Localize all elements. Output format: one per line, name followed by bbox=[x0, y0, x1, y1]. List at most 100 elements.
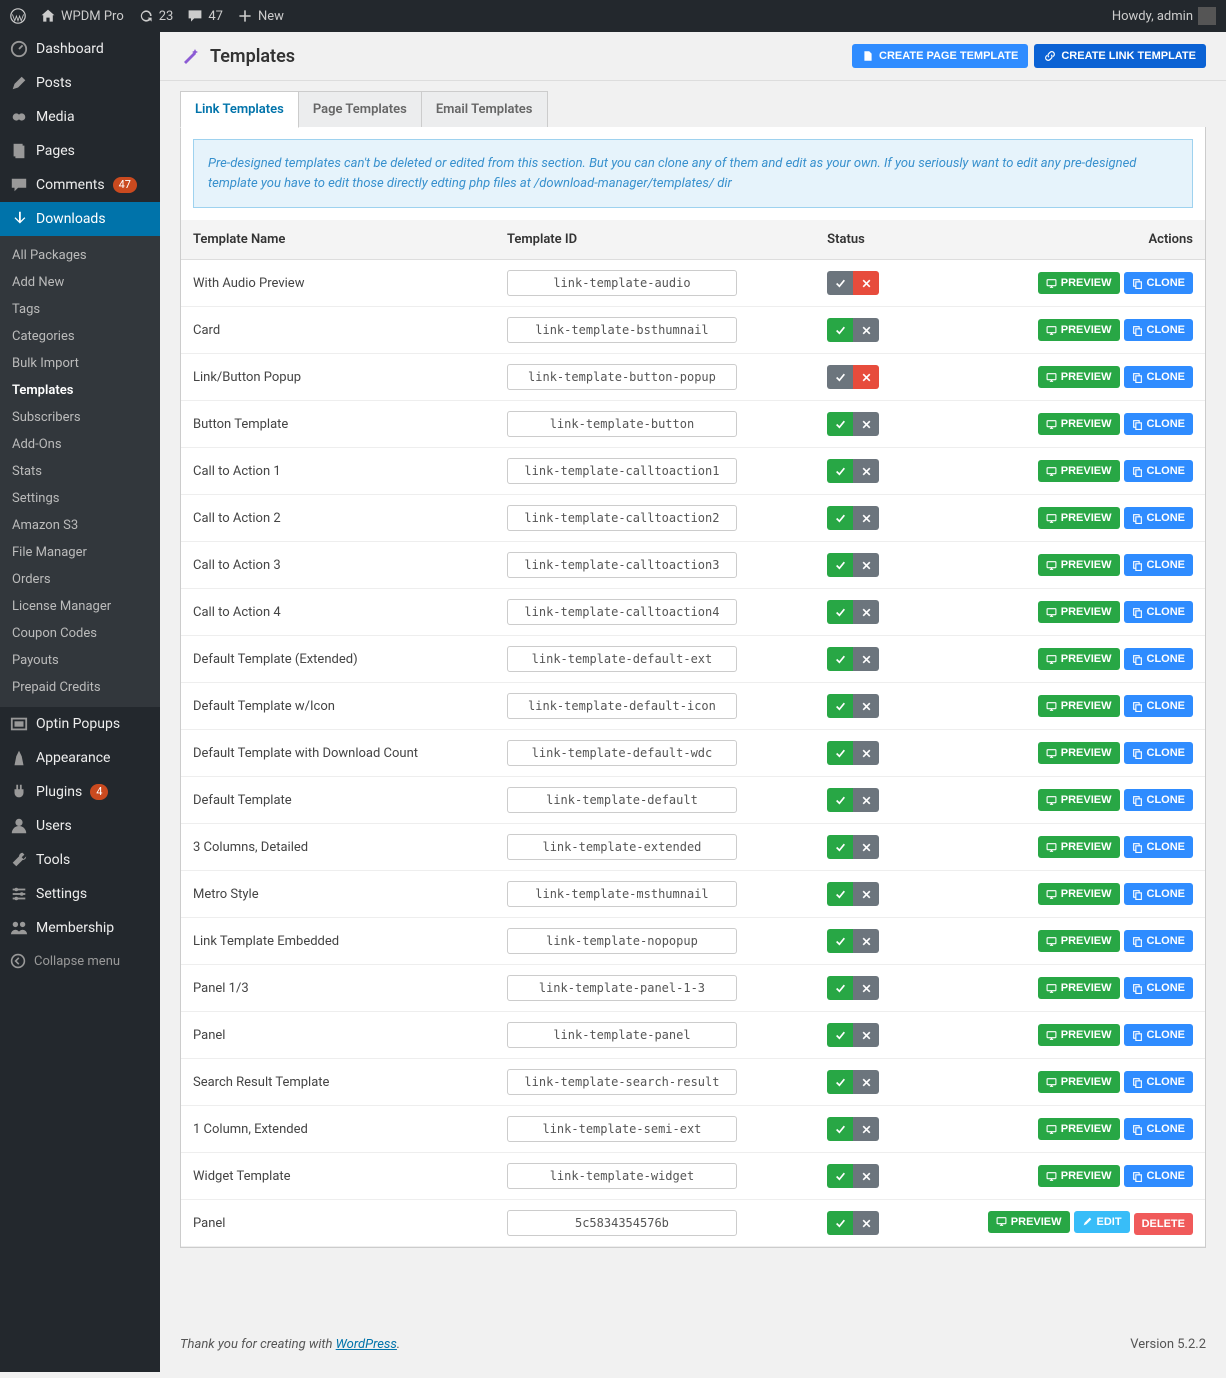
menu-dashboard[interactable]: Dashboard bbox=[0, 32, 160, 66]
status-enable-button[interactable] bbox=[827, 506, 853, 530]
status-disable-button[interactable] bbox=[853, 1070, 879, 1094]
preview-button[interactable]: PREVIEW bbox=[988, 1211, 1070, 1233]
status-disable-button[interactable] bbox=[853, 882, 879, 906]
clone-button[interactable]: CLONE bbox=[1124, 789, 1194, 811]
tab-link-templates[interactable]: Link Templates bbox=[180, 91, 299, 128]
status-disable-button[interactable] bbox=[853, 694, 879, 718]
menu-media[interactable]: Media bbox=[0, 100, 160, 134]
submenu-payouts[interactable]: Payouts bbox=[0, 647, 160, 674]
submenu-amazon-s3[interactable]: Amazon S3 bbox=[0, 512, 160, 539]
status-enable-button[interactable] bbox=[827, 271, 853, 295]
menu-plugins[interactable]: Plugins4 bbox=[0, 775, 160, 809]
template-id-input[interactable] bbox=[507, 364, 737, 390]
template-id-input[interactable] bbox=[507, 834, 737, 860]
clone-button[interactable]: CLONE bbox=[1124, 1165, 1194, 1187]
preview-button[interactable]: PREVIEW bbox=[1038, 789, 1120, 811]
submenu-orders[interactable]: Orders bbox=[0, 566, 160, 593]
status-disable-button[interactable] bbox=[853, 647, 879, 671]
updates-count[interactable]: 23 bbox=[138, 8, 174, 24]
status-enable-button[interactable] bbox=[827, 318, 853, 342]
clone-button[interactable]: CLONE bbox=[1124, 1118, 1194, 1140]
preview-button[interactable]: PREVIEW bbox=[1038, 930, 1120, 952]
preview-button[interactable]: PREVIEW bbox=[1038, 413, 1120, 435]
clone-button[interactable]: CLONE bbox=[1124, 319, 1194, 341]
tab-page-templates[interactable]: Page Templates bbox=[298, 91, 422, 128]
howdy[interactable]: Howdy, admin bbox=[1112, 7, 1216, 25]
preview-button[interactable]: PREVIEW bbox=[1038, 648, 1120, 670]
template-id-input[interactable] bbox=[507, 458, 737, 484]
clone-button[interactable]: CLONE bbox=[1124, 554, 1194, 576]
template-id-input[interactable] bbox=[507, 1210, 737, 1236]
template-id-input[interactable] bbox=[507, 928, 737, 954]
status-enable-button[interactable] bbox=[827, 553, 853, 577]
clone-button[interactable]: CLONE bbox=[1124, 460, 1194, 482]
preview-button[interactable]: PREVIEW bbox=[1038, 272, 1120, 294]
status-disable-button[interactable] bbox=[853, 1164, 879, 1188]
status-enable-button[interactable] bbox=[827, 412, 853, 436]
delete-button[interactable]: DELETE bbox=[1134, 1213, 1193, 1235]
preview-button[interactable]: PREVIEW bbox=[1038, 601, 1120, 623]
wordpress-link[interactable]: WordPress bbox=[336, 1337, 397, 1352]
status-disable-button[interactable] bbox=[853, 976, 879, 1000]
menu-optin-popups[interactable]: Optin Popups bbox=[0, 707, 160, 741]
status-disable-button[interactable] bbox=[853, 1023, 879, 1047]
submenu-settings[interactable]: Settings bbox=[0, 485, 160, 512]
preview-button[interactable]: PREVIEW bbox=[1038, 1165, 1120, 1187]
status-disable-button[interactable] bbox=[853, 929, 879, 953]
submenu-file-manager[interactable]: File Manager bbox=[0, 539, 160, 566]
clone-button[interactable]: CLONE bbox=[1124, 977, 1194, 999]
status-disable-button[interactable] bbox=[853, 412, 879, 436]
status-disable-button[interactable] bbox=[853, 553, 879, 577]
status-enable-button[interactable] bbox=[827, 1070, 853, 1094]
wp-logo-icon[interactable] bbox=[10, 8, 26, 24]
clone-button[interactable]: CLONE bbox=[1124, 272, 1194, 294]
submenu-all-packages[interactable]: All Packages bbox=[0, 242, 160, 269]
template-id-input[interactable] bbox=[507, 411, 737, 437]
preview-button[interactable]: PREVIEW bbox=[1038, 1118, 1120, 1140]
submenu-bulk-import[interactable]: Bulk Import bbox=[0, 350, 160, 377]
status-disable-button[interactable] bbox=[853, 1117, 879, 1141]
submenu-stats[interactable]: Stats bbox=[0, 458, 160, 485]
status-enable-button[interactable] bbox=[827, 1211, 853, 1235]
new-content[interactable]: New bbox=[237, 8, 284, 24]
clone-button[interactable]: CLONE bbox=[1124, 507, 1194, 529]
submenu-coupon-codes[interactable]: Coupon Codes bbox=[0, 620, 160, 647]
template-id-input[interactable] bbox=[507, 881, 737, 907]
submenu-templates[interactable]: Templates bbox=[0, 377, 160, 404]
template-id-input[interactable] bbox=[507, 1022, 737, 1048]
status-disable-button[interactable] bbox=[853, 365, 879, 389]
submenu-tags[interactable]: Tags bbox=[0, 296, 160, 323]
preview-button[interactable]: PREVIEW bbox=[1038, 1071, 1120, 1093]
status-enable-button[interactable] bbox=[827, 929, 853, 953]
preview-button[interactable]: PREVIEW bbox=[1038, 883, 1120, 905]
status-enable-button[interactable] bbox=[827, 788, 853, 812]
template-id-input[interactable] bbox=[507, 787, 737, 813]
status-disable-button[interactable] bbox=[853, 741, 879, 765]
site-name[interactable]: WPDM Pro bbox=[40, 8, 124, 24]
template-id-input[interactable] bbox=[507, 1116, 737, 1142]
clone-button[interactable]: CLONE bbox=[1124, 648, 1194, 670]
template-id-input[interactable] bbox=[507, 317, 737, 343]
clone-button[interactable]: CLONE bbox=[1124, 601, 1194, 623]
preview-button[interactable]: PREVIEW bbox=[1038, 460, 1120, 482]
submenu-prepaid-credits[interactable]: Prepaid Credits bbox=[0, 674, 160, 701]
submenu-categories[interactable]: Categories bbox=[0, 323, 160, 350]
template-id-input[interactable] bbox=[507, 693, 737, 719]
preview-button[interactable]: PREVIEW bbox=[1038, 554, 1120, 576]
status-enable-button[interactable] bbox=[827, 741, 853, 765]
template-id-input[interactable] bbox=[507, 599, 737, 625]
status-enable-button[interactable] bbox=[827, 1117, 853, 1141]
preview-button[interactable]: PREVIEW bbox=[1038, 366, 1120, 388]
preview-button[interactable]: PREVIEW bbox=[1038, 1024, 1120, 1046]
menu-appearance[interactable]: Appearance bbox=[0, 741, 160, 775]
status-disable-button[interactable] bbox=[853, 271, 879, 295]
status-disable-button[interactable] bbox=[853, 318, 879, 342]
clone-button[interactable]: CLONE bbox=[1124, 1024, 1194, 1046]
status-enable-button[interactable] bbox=[827, 1023, 853, 1047]
preview-button[interactable]: PREVIEW bbox=[1038, 742, 1120, 764]
collapse-menu[interactable]: Collapse menu bbox=[0, 945, 160, 977]
menu-settings[interactable]: Settings bbox=[0, 877, 160, 911]
submenu-license-manager[interactable]: License Manager bbox=[0, 593, 160, 620]
status-disable-button[interactable] bbox=[853, 835, 879, 859]
status-enable-button[interactable] bbox=[827, 459, 853, 483]
